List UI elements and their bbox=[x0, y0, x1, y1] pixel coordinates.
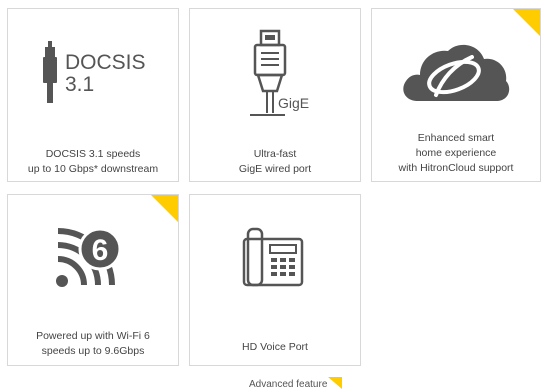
advanced-feature-legend: Advanced feature bbox=[249, 377, 343, 391]
feature-card-gige: GigE Ultra-fast GigE wired port bbox=[189, 8, 361, 182]
wifi-6-icon-text: 6 bbox=[92, 234, 109, 267]
advanced-feature-marker bbox=[513, 9, 540, 36]
feature-caption: DOCSIS 3.1 speeds up to 10 Gbps* downstr… bbox=[27, 148, 159, 175]
gige-icon-text: GigE bbox=[278, 95, 309, 111]
feature-card-docsis: DOCSIS 3.1 DOCSIS 3.1 speeds up to 10 Gb… bbox=[7, 8, 179, 182]
feature-caption: Powered up with Wi-Fi 6 speeds up to 9.6… bbox=[36, 330, 150, 357]
feature-card-voice: HD Voice Port bbox=[189, 194, 361, 366]
ethernet-plug-icon: GigE bbox=[190, 29, 360, 117]
docsis-version-text: 3.1 bbox=[65, 73, 94, 96]
feature-caption: HD Voice Port bbox=[242, 341, 308, 353]
wifi-6-icon: 6 bbox=[8, 225, 178, 293]
feature-card-wifi6: 6 Powered up with Wi-Fi 6 speeds up to 9… bbox=[7, 194, 179, 366]
advanced-feature-marker bbox=[328, 377, 343, 389]
docsis-icon-text: DOCSIS bbox=[65, 51, 146, 74]
feature-card-smart-home: Enhanced smart home experience with Hitr… bbox=[371, 8, 541, 182]
advanced-feature-marker bbox=[151, 195, 178, 222]
hitron-cloud-icon bbox=[372, 37, 540, 109]
docsis-connector-icon: DOCSIS 3.1 bbox=[8, 39, 178, 105]
feature-caption: Ultra-fast GigE wired port bbox=[238, 148, 312, 175]
legend-label: Advanced feature bbox=[249, 379, 328, 390]
feature-caption: Enhanced smart home experience with Hitr… bbox=[398, 132, 514, 174]
desk-phone-icon bbox=[190, 225, 360, 289]
